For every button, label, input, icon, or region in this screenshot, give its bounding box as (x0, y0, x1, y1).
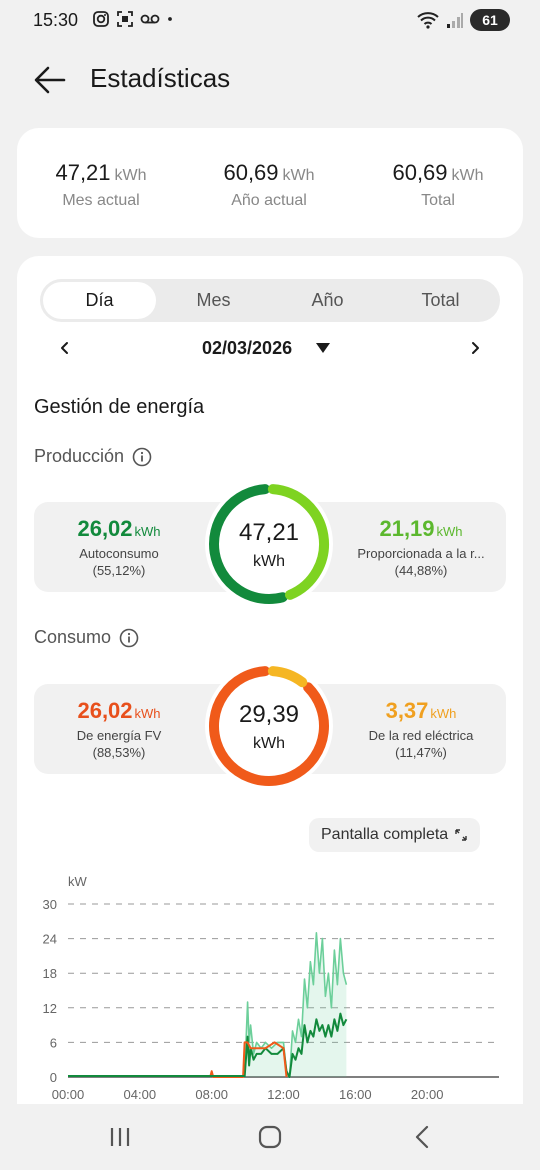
y-tick-label: 6 (50, 1035, 57, 1050)
battery-indicator: 61 (470, 9, 510, 31)
y-tick-label: 30 (43, 897, 57, 912)
ring-unit: kWh (253, 735, 285, 752)
x-tick-label: 08:00 (195, 1087, 228, 1102)
summary-label: Año actual (231, 192, 307, 209)
fullscreen-button[interactable]: Pantalla completa (309, 818, 481, 852)
chevron-left-icon[interactable] (55, 338, 75, 358)
back-nav-icon[interactable] (408, 1122, 438, 1152)
status-bar: 15:30 61 (0, 0, 540, 44)
summary-value: 60,69 (223, 160, 279, 185)
flow-percent: (55,12%) (92, 563, 146, 578)
consumption-center: 29,39 kWh (204, 661, 334, 791)
summary-unit: kWh (114, 167, 147, 184)
x-tick-label: 00:00 (52, 1087, 85, 1102)
flow-unit: kWh (436, 524, 463, 539)
flow-unit: kWh (134, 524, 161, 539)
x-tick-label: 12:00 (267, 1087, 300, 1102)
section-title: Gestión de energía (34, 396, 205, 418)
consumption-label: Consumo (34, 627, 112, 647)
date-selector: 02/03/2026 (17, 334, 523, 362)
back-arrow-icon[interactable] (28, 60, 72, 100)
x-tick-label: 04:00 (124, 1087, 157, 1102)
power-chart: kW 0 6 12 18 24 30 00:00 04:00 08:00 12:00 16:00 20:… (43, 874, 499, 1102)
system-nav-bar (0, 1104, 540, 1170)
summary-value: 60,69 (392, 160, 448, 185)
pv-consumption: 26,02 kWh De energía FV (88,53%) (34, 698, 204, 760)
summary-label: Total (421, 192, 455, 209)
expand-icon (455, 829, 467, 841)
battery-level: 61 (482, 12, 498, 28)
summary-month: 47,21 kWh Mes actual (17, 160, 185, 210)
tab-mes[interactable]: Mes (157, 282, 270, 319)
flow-label: Proporcionada a la r... (357, 546, 485, 561)
summary-total: 60,69 kWh Total (354, 160, 522, 210)
fullscreen-label: Pantalla completa (321, 826, 449, 843)
signal-icon (447, 13, 463, 28)
status-time: 15:30 (33, 10, 79, 30)
energy-card: Día Mes Año Total 02/03/2026 Gestión de … (17, 256, 523, 1136)
autoconsumption: 26,02 kWh Autoconsumo (55,12%) (34, 516, 204, 578)
summary-value: 47,21 (55, 160, 111, 185)
y-tick-label: 12 (43, 1001, 57, 1016)
y-tick-label: 18 (43, 966, 57, 981)
flow-value: 26,02 (77, 698, 133, 723)
ring-unit: kWh (253, 553, 285, 570)
summary-unit: kWh (451, 167, 484, 184)
y-tick-label: 24 (43, 932, 57, 947)
ring-value: 47,21 (238, 519, 300, 546)
page-title: Estadísticas (90, 63, 231, 93)
summary-label: Mes actual (62, 192, 140, 209)
info-icon[interactable] (132, 447, 152, 467)
home-icon[interactable] (255, 1122, 285, 1152)
flow-label: De la red eléctrica (368, 728, 474, 743)
flow-label: De energía FV (76, 728, 162, 743)
flow-label: Autoconsumo (79, 546, 159, 561)
instagram-icon (93, 11, 109, 27)
flow-percent: (11,47%) (395, 745, 447, 760)
tab-ano[interactable]: Año (271, 282, 384, 319)
scan-icon (117, 11, 133, 27)
caret-down-icon[interactable] (315, 342, 331, 354)
flow-value: 3,37 (385, 698, 429, 723)
ring-value: 29,39 (238, 701, 300, 728)
summary-unit: kWh (282, 167, 315, 184)
summary-year: 60,69 kWh Año actual (185, 160, 353, 210)
tab-total[interactable]: Total (384, 282, 497, 319)
system-icons: 61 (416, 9, 510, 31)
date-label[interactable]: 02/03/2026 (202, 338, 292, 359)
app-bar: Estadísticas (0, 50, 540, 110)
x-tick-label: 16:00 (339, 1087, 372, 1102)
flow-percent: (88,53%) (92, 745, 146, 760)
flow-unit: kWh (134, 706, 161, 721)
info-icon[interactable] (119, 628, 139, 648)
flow-value: 26,02 (77, 516, 133, 541)
summary-card: 47,21 kWh Mes actual 60,69 kWh Año actual … (17, 128, 523, 238)
flow-percent: (44,88%) (394, 563, 448, 578)
dot-icon (168, 17, 172, 21)
production-label: Producción (34, 446, 125, 466)
production-title: Producción (34, 446, 152, 467)
production-ring: 47,21 kWh (204, 479, 334, 609)
consumption-title: Consumo (34, 627, 139, 648)
y-axis-unit: kW (68, 874, 88, 889)
voicemail-icon (140, 14, 160, 24)
grid-feed: 21,19 kWh Proporcionada a la r... (44,88%… (336, 516, 506, 578)
production-center: 47,21 kWh (204, 479, 334, 609)
y-tick-label: 0 (50, 1070, 57, 1085)
flow-unit: kWh (430, 706, 457, 721)
flow-value: 21,19 (379, 516, 435, 541)
notification-icons (92, 10, 178, 28)
wifi-icon (417, 12, 439, 29)
recent-apps-icon[interactable] (105, 1122, 135, 1152)
tab-dia[interactable]: Día (43, 282, 156, 319)
period-tabs: Día Mes Año Total (40, 279, 500, 322)
grid-consumption: 3,37 kWh De la red eléctrica (11,47%) (336, 698, 506, 760)
chevron-right-icon[interactable] (465, 338, 485, 358)
x-tick-label: 20:00 (411, 1087, 444, 1102)
consumption-ring: 29,39 kWh (204, 661, 334, 791)
